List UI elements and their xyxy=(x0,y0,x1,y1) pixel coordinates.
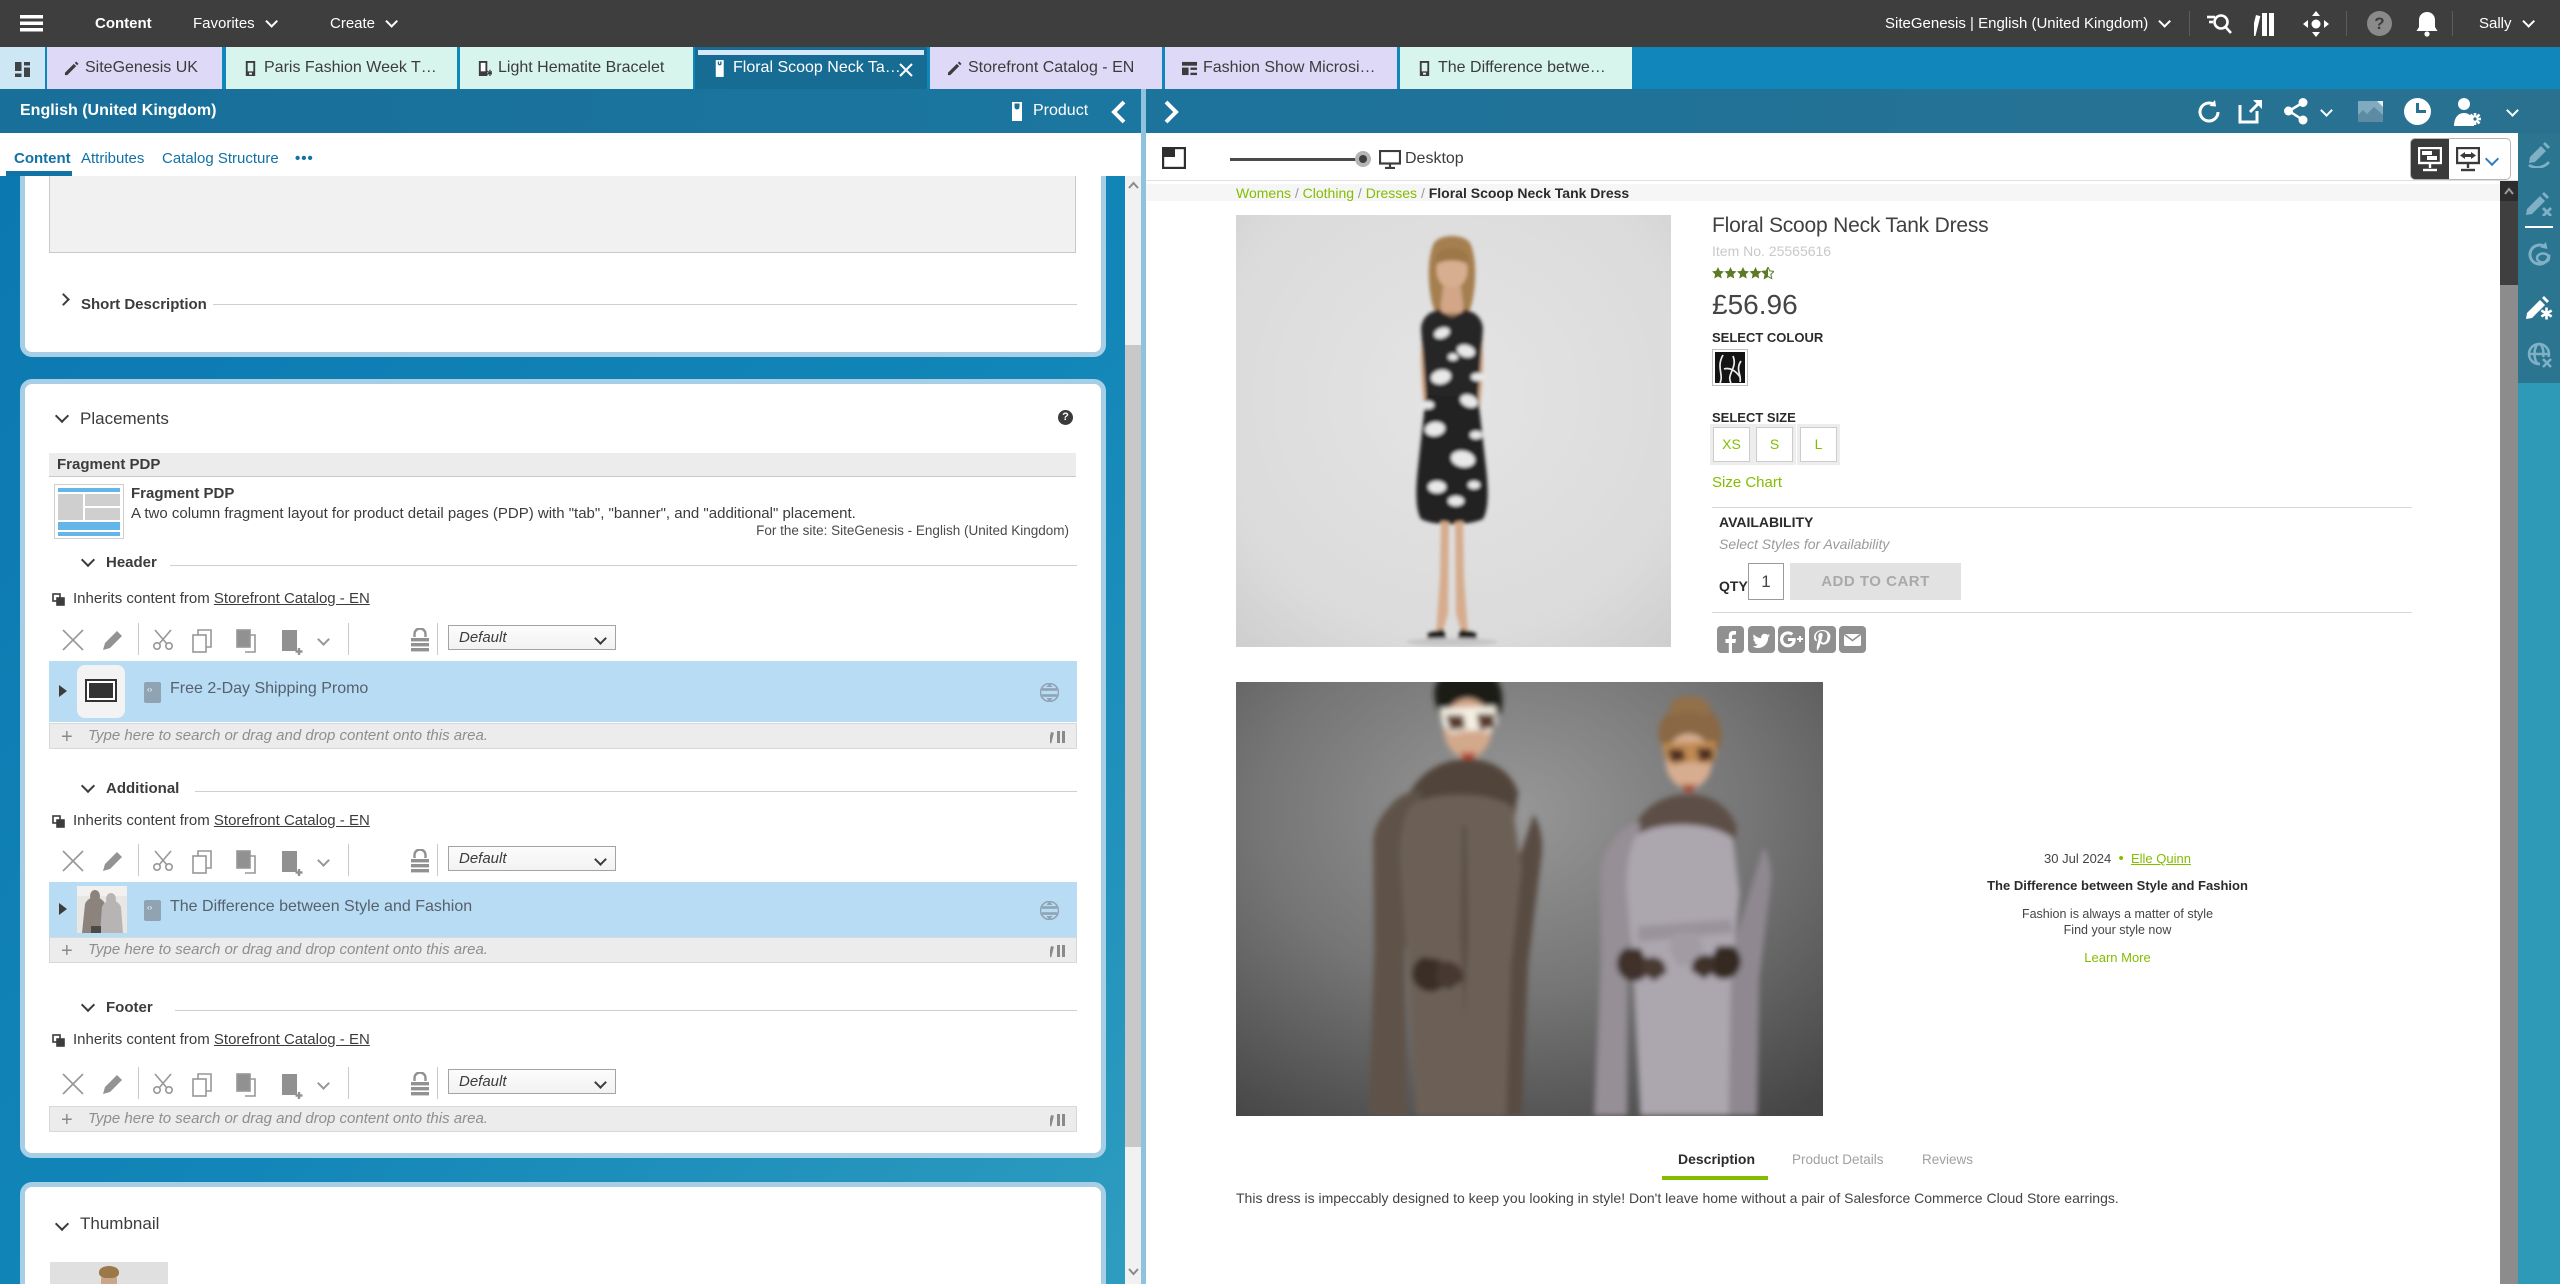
svg-text:✱: ✱ xyxy=(486,68,492,77)
